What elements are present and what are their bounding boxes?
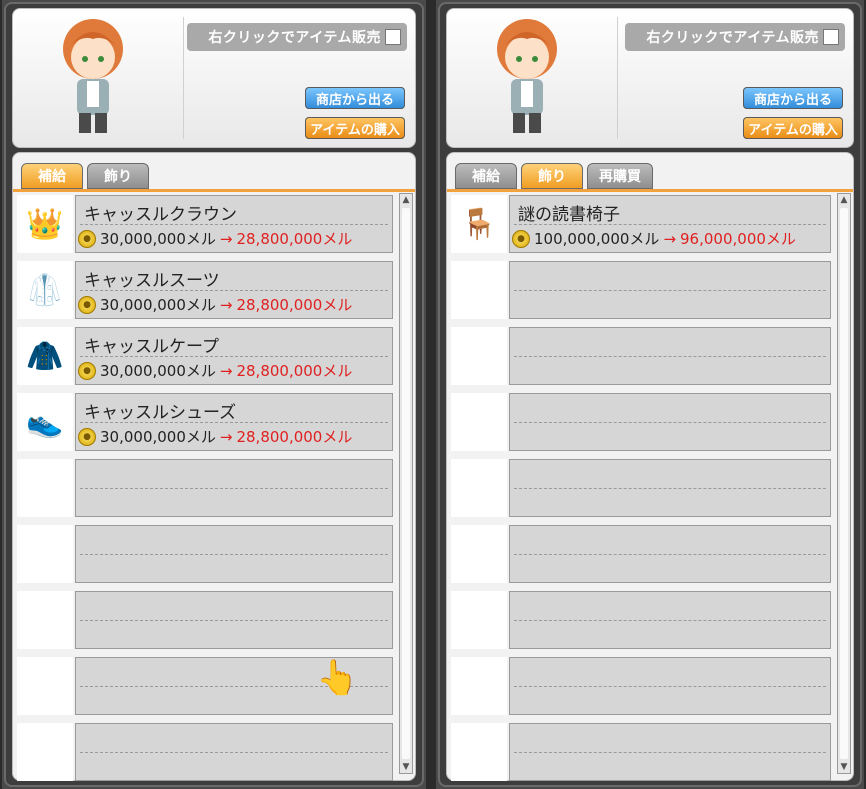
cape-icon: 🧥 [17, 327, 73, 385]
empty-slot [17, 523, 393, 585]
tab-decor[interactable]: 飾り [87, 163, 149, 189]
buy-item-button[interactable]: アイテムの購入 [743, 117, 843, 139]
right-click-sell-toggle[interactable]: 右クリックでアイテム販売 [187, 23, 407, 51]
original-price: 30,000,000メル [100, 230, 216, 248]
coin-icon: ● [78, 361, 96, 380]
tab-bar: 補給 飾り 再購買 [447, 157, 853, 192]
item-name: キャッスルシューズ [84, 403, 237, 423]
empty-slot [451, 325, 831, 387]
sale-price: 96,000,000メル [680, 230, 796, 248]
scroll-up-icon[interactable]: ▲ [400, 194, 412, 206]
sell-checkbox[interactable] [385, 29, 401, 45]
hand-cursor-icon: 👆 [316, 658, 359, 698]
empty-slot [451, 457, 831, 519]
arrow-icon: → [219, 361, 233, 380]
item-cell[interactable]: キャッスルケープ ● 30,000,000メル → 28,800,000メル [75, 327, 393, 385]
arrow-icon: → [663, 229, 677, 248]
shop-header: 右クリックでアイテム販売 商店から出る アイテムの購入 [12, 8, 416, 148]
sell-toggle-label: 右クリックでアイテム販売 [646, 30, 819, 46]
tab-decor[interactable]: 飾り [521, 163, 583, 189]
suit-icon: 🥼 [17, 261, 73, 319]
shop-header: 右クリックでアイテム販売 商店から出る アイテムの購入 [446, 8, 854, 148]
scrollbar[interactable]: ▲ ▼ [837, 193, 851, 774]
sale-price: 28,800,000メル [236, 428, 353, 446]
tab-bar: 補給 飾り [13, 157, 415, 192]
coin-icon: ● [78, 229, 96, 248]
npc-portrait [63, 19, 123, 133]
tab-supply[interactable]: 補給 [455, 163, 517, 189]
shop-panel-left: 右クリックでアイテム販売 商店から出る アイテムの購入 補給 飾り 👑 キャッス… [2, 0, 426, 789]
empty-slot [451, 259, 831, 321]
list-item[interactable]: 🪑 謎の読書椅子 ● 100,000,000メル → 96,000,000メル [451, 193, 831, 255]
sale-price: 28,800,000メル [236, 296, 353, 314]
original-price: 30,000,000メル [100, 296, 216, 314]
header-divider [183, 17, 184, 139]
empty-slot [17, 589, 393, 651]
item-name: 謎の読書椅子 [518, 205, 620, 225]
empty-slot [451, 721, 831, 783]
scroll-thumb[interactable] [840, 208, 848, 759]
item-name: キャッスルスーツ [84, 271, 220, 291]
item-price: ● 100,000,000メル → 96,000,000メル [512, 228, 830, 249]
arrow-icon: → [219, 427, 233, 446]
item-price: ● 30,000,000メル → 28,800,000メル [78, 228, 392, 249]
item-cell[interactable]: キャッスルスーツ ● 30,000,000メル → 28,800,000メル [75, 261, 393, 319]
empty-slot [17, 457, 393, 519]
empty-slot [17, 721, 393, 783]
empty-slot [451, 589, 831, 651]
arrow-icon: → [219, 295, 233, 314]
empty-slot [451, 523, 831, 585]
original-price: 30,000,000メル [100, 362, 216, 380]
coin-icon: ● [78, 295, 96, 314]
original-price: 100,000,000メル [534, 230, 660, 248]
item-price: ● 30,000,000メル → 28,800,000メル [78, 426, 392, 447]
npc-portrait [497, 19, 557, 133]
arrow-icon: → [219, 229, 233, 248]
scroll-up-icon[interactable]: ▲ [838, 194, 850, 206]
scrollbar[interactable]: ▲ ▼ [399, 193, 413, 774]
list-item[interactable]: 👟 キャッスルシューズ ● 30,000,000メル → 28,800,000メ… [17, 391, 393, 453]
item-price: ● 30,000,000メル → 28,800,000メル [78, 360, 392, 381]
item-list: 🪑 謎の読書椅子 ● 100,000,000メル → 96,000,000メル [451, 193, 831, 781]
sale-price: 28,800,000メル [236, 230, 353, 248]
item-cell[interactable]: キャッスルシューズ ● 30,000,000メル → 28,800,000メル [75, 393, 393, 451]
list-item[interactable]: 👑 キャッスルクラウン ● 30,000,000メル → 28,800,000メ… [17, 193, 393, 255]
chair-icon: 🪑 [451, 195, 507, 253]
scroll-down-icon[interactable]: ▼ [400, 761, 412, 773]
sell-toggle-label: 右クリックでアイテム販売 [208, 30, 381, 46]
item-cell[interactable]: キャッスルクラウン ● 30,000,000メル → 28,800,000メル [75, 195, 393, 253]
scroll-thumb[interactable] [402, 208, 410, 759]
coin-icon: ● [512, 229, 530, 248]
sale-price: 28,800,000メル [236, 362, 353, 380]
buy-item-button[interactable]: アイテムの購入 [305, 117, 405, 139]
tab-supply[interactable]: 補給 [21, 163, 83, 189]
coin-icon: ● [78, 427, 96, 446]
shoes-icon: 👟 [17, 393, 73, 451]
item-price: ● 30,000,000メル → 28,800,000メル [78, 294, 392, 315]
empty-slot [451, 391, 831, 453]
item-list-area: 補給 飾り 再購買 🪑 謎の読書椅子 ● 100,000,000メル → 96,… [446, 152, 854, 781]
item-cell[interactable]: 謎の読書椅子 ● 100,000,000メル → 96,000,000メル [509, 195, 831, 253]
sell-checkbox[interactable] [823, 29, 839, 45]
list-item[interactable]: 🧥 キャッスルケープ ● 30,000,000メル → 28,800,000メル [17, 325, 393, 387]
item-name: キャッスルクラウン [84, 205, 237, 225]
crown-icon: 👑 [17, 195, 73, 253]
exit-shop-button[interactable]: 商店から出る [743, 87, 843, 109]
tab-rebuy[interactable]: 再購買 [587, 163, 653, 189]
right-click-sell-toggle[interactable]: 右クリックでアイテム販売 [625, 23, 845, 51]
list-item[interactable]: 🥼 キャッスルスーツ ● 30,000,000メル → 28,800,000メル [17, 259, 393, 321]
item-name: キャッスルケープ [84, 337, 219, 357]
header-divider [617, 17, 618, 139]
empty-slot [451, 655, 831, 717]
scroll-down-icon[interactable]: ▼ [838, 761, 850, 773]
original-price: 30,000,000メル [100, 428, 216, 446]
exit-shop-button[interactable]: 商店から出る [305, 87, 405, 109]
shop-panel-right: 右クリックでアイテム販売 商店から出る アイテムの購入 補給 飾り 再購買 🪑 … [436, 0, 864, 789]
